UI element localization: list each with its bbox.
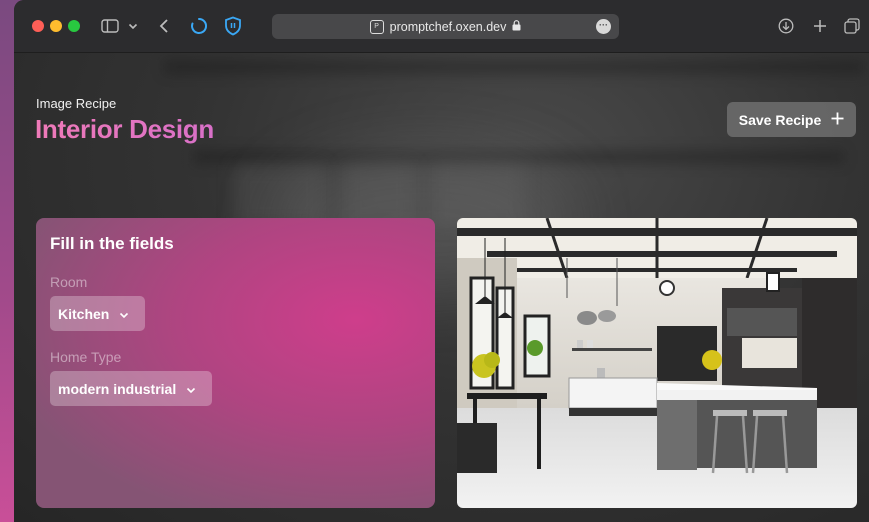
generated-image (457, 218, 857, 508)
save-recipe-button[interactable]: Save Recipe (727, 102, 856, 137)
download-icon[interactable] (776, 14, 796, 38)
address-bar[interactable]: P promptchef.oxen.dev ··· (272, 14, 619, 39)
lock-icon (512, 19, 521, 34)
browser-toolbar: P promptchef.oxen.dev ··· (14, 0, 869, 53)
home-type-value: modern industrial (58, 380, 177, 397)
close-window-button[interactable] (32, 20, 44, 32)
chevron-down-icon (119, 306, 129, 322)
url-text: promptchef.oxen.dev (389, 19, 507, 34)
browser-window: P promptchef.oxen.dev ··· Image Recipe I… (14, 0, 869, 522)
sidebar-icon[interactable] (100, 14, 120, 38)
loading-icon (188, 14, 210, 38)
room-label: Room (50, 274, 88, 290)
site-favicon-icon: P (369, 19, 384, 34)
tabs-icon[interactable] (842, 14, 862, 38)
back-icon[interactable] (154, 14, 174, 38)
form-heading: Fill in the fields (50, 234, 174, 253)
save-recipe-label: Save Recipe (738, 111, 822, 128)
page-title: Interior Design (35, 114, 214, 144)
shield-icon[interactable] (222, 14, 244, 38)
chevron-down-icon (186, 381, 196, 397)
home-type-select[interactable]: modern industrial (50, 371, 212, 406)
room-select[interactable]: Kitchen (50, 296, 145, 331)
new-tab-icon[interactable] (810, 14, 830, 38)
plus-icon (831, 112, 844, 128)
zoom-window-button[interactable] (68, 20, 80, 32)
chevron-down-icon[interactable] (126, 14, 140, 38)
more-icon[interactable]: ··· (596, 19, 611, 34)
form-panel: Fill in the fields Room Kitchen Home Typ… (36, 218, 435, 508)
room-value: Kitchen (58, 305, 110, 322)
minimize-window-button[interactable] (50, 20, 62, 32)
page-subtitle: Image Recipe (36, 96, 117, 111)
home-type-label: Home Type (50, 349, 122, 365)
